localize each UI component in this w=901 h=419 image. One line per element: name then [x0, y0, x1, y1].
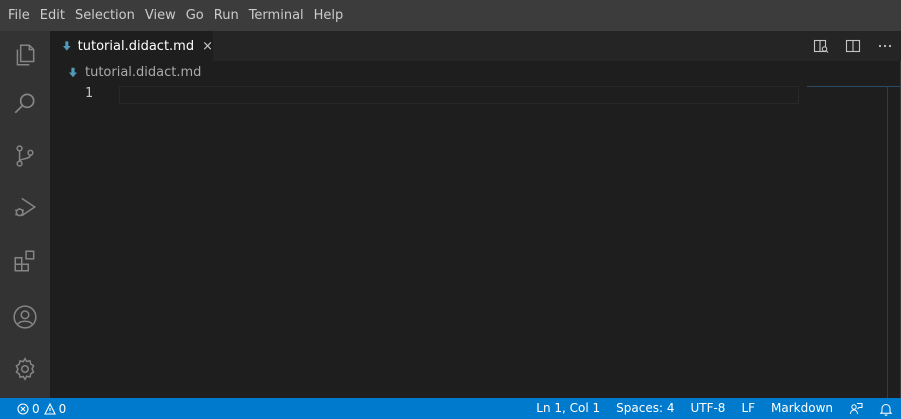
- menu-run[interactable]: Run: [209, 0, 244, 31]
- menu-file[interactable]: File: [3, 0, 35, 31]
- error-icon: [17, 402, 29, 415]
- errors-count: 0: [17, 402, 40, 416]
- close-icon[interactable]: ×: [202, 39, 213, 54]
- split-editor-icon[interactable]: [837, 31, 869, 61]
- editor-actions: [805, 31, 901, 61]
- line-gutter: 1: [50, 84, 118, 104]
- problems-indicator[interactable]: 0 0: [0, 402, 70, 416]
- markdown-file-icon: [63, 41, 71, 51]
- breadcrumb[interactable]: tutorial.didact.md: [50, 61, 901, 83]
- editor-area: tutorial.didact.md × tutorial.didact.md …: [50, 31, 901, 398]
- tab-tutorial-didact[interactable]: tutorial.didact.md ×: [50, 31, 213, 61]
- menu-go[interactable]: Go: [181, 0, 209, 31]
- source-control-icon[interactable]: [0, 132, 50, 180]
- more-actions-icon[interactable]: [869, 31, 901, 61]
- manage-gear-icon[interactable]: [0, 345, 50, 393]
- end-of-line[interactable]: LF: [733, 398, 763, 419]
- extensions-icon[interactable]: [0, 237, 50, 285]
- menu-edit[interactable]: Edit: [35, 0, 70, 31]
- line-number: 1: [85, 86, 93, 101]
- errors-value: 0: [32, 401, 40, 416]
- menu-terminal[interactable]: Terminal: [244, 0, 309, 31]
- notifications-bell-icon[interactable]: [871, 402, 901, 416]
- activity-bar: [0, 31, 50, 398]
- open-preview-icon[interactable]: [805, 31, 837, 61]
- encoding[interactable]: UTF-8: [682, 398, 733, 419]
- tab-bar: tutorial.didact.md ×: [50, 31, 901, 61]
- menu-view[interactable]: View: [140, 0, 181, 31]
- markdown-file-icon: [69, 67, 77, 77]
- editor-text-area[interactable]: [119, 86, 799, 104]
- feedback-icon[interactable]: [841, 402, 871, 416]
- menu-bar: File Edit Selection View Go Run Terminal…: [0, 0, 901, 31]
- accounts-icon[interactable]: [0, 293, 50, 341]
- warnings-value: 0: [58, 401, 67, 416]
- menu-selection[interactable]: Selection: [70, 0, 140, 31]
- indentation[interactable]: Spaces: 4: [608, 398, 682, 419]
- status-bar: 0 0 Ln 1, Col 1 Spaces: 4 UTF-8 LF Markd…: [0, 398, 901, 419]
- menu-help[interactable]: Help: [309, 0, 349, 31]
- minimap-border: [887, 86, 888, 398]
- cursor-position[interactable]: Ln 1, Col 1: [528, 398, 608, 419]
- explorer-icon[interactable]: [0, 31, 50, 79]
- vscode-window: File Edit Selection View Go Run Terminal…: [0, 0, 901, 419]
- warning-icon: [43, 402, 56, 415]
- breadcrumb-label: tutorial.didact.md: [85, 64, 202, 80]
- run-debug-icon[interactable]: [0, 183, 50, 231]
- language-mode[interactable]: Markdown: [763, 398, 841, 419]
- search-icon[interactable]: [0, 79, 50, 127]
- warnings-count: 0: [43, 401, 67, 416]
- tab-label: tutorial.didact.md: [77, 38, 195, 54]
